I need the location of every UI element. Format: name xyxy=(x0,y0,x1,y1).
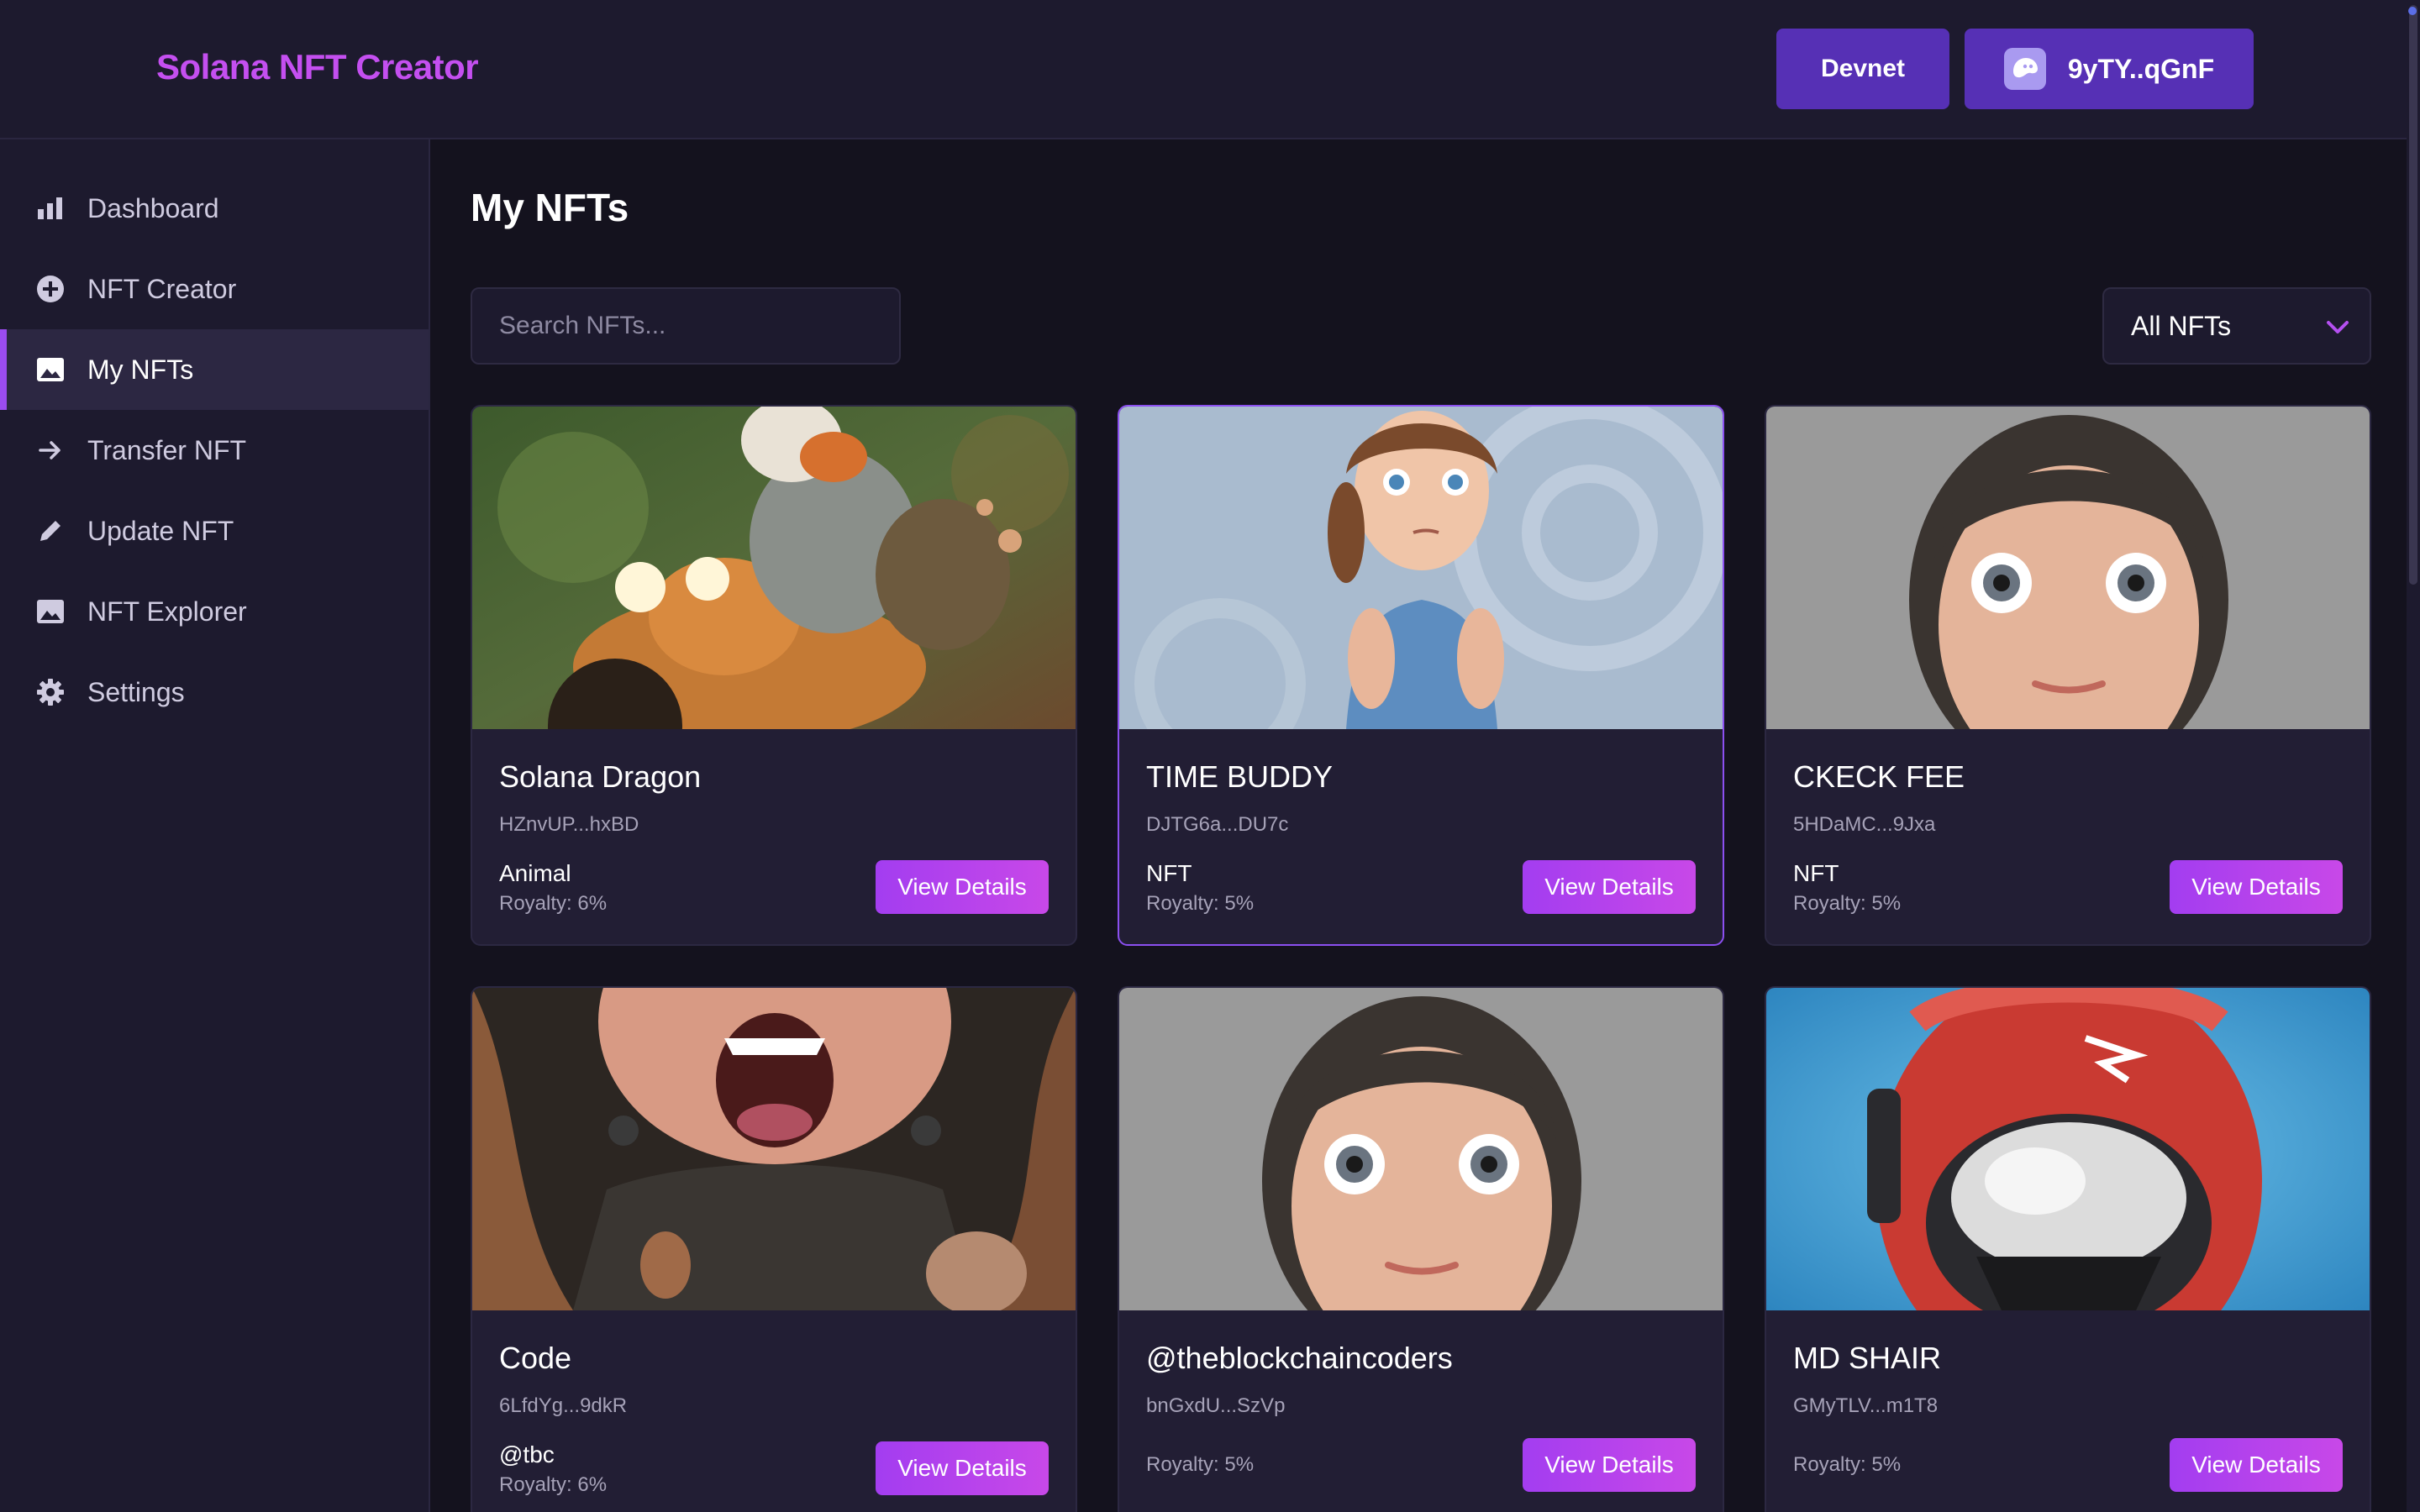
view-details-button[interactable]: View Details xyxy=(1523,1438,1696,1492)
nft-collection: NFT xyxy=(1146,860,1192,886)
sidebar-item-dashboard[interactable]: Dashboard xyxy=(0,168,429,249)
pencil-icon xyxy=(35,516,66,546)
sidebar-item-label: Dashboard xyxy=(87,192,219,223)
scrollbar-thumb[interactable] xyxy=(2409,5,2417,585)
nft-collection: Animal xyxy=(499,860,571,886)
view-details-button[interactable]: View Details xyxy=(2170,860,2343,914)
wallet-address: 9yTY..qGnF xyxy=(2067,53,2215,84)
view-details-button[interactable]: View Details xyxy=(2170,1438,2343,1492)
bar-chart-icon xyxy=(35,193,66,223)
nft-mint-address: DJTG6a...DU7c xyxy=(1146,813,1289,836)
sidebar-item-nft-creator[interactable]: NFT Creator xyxy=(0,249,429,329)
nft-image xyxy=(472,407,1076,729)
nft-collection: @tbc xyxy=(499,1441,555,1467)
image-icon xyxy=(35,354,66,385)
page-scrollbar[interactable] xyxy=(2407,0,2420,1512)
nft-image xyxy=(472,988,1076,1310)
sidebar: Dashboard NFT Creator My NFTs Transfer N… xyxy=(0,139,430,1512)
sidebar-item-label: My NFTs xyxy=(87,354,194,385)
sidebar-item-label: Transfer NFT xyxy=(87,434,247,465)
sidebar-item-my-nfts[interactable]: My NFTs xyxy=(0,329,429,410)
nft-mint-address: HZnvUP...hxBD xyxy=(499,813,639,836)
nft-royalty: Royalty: 6% xyxy=(499,892,608,915)
nft-name: TIME BUDDY xyxy=(1146,759,1334,794)
nft-collection: NFT xyxy=(1793,860,1839,886)
nft-royalty: Royalty: 6% xyxy=(499,1473,608,1496)
nft-image xyxy=(1119,407,1723,729)
network-label: Devnet xyxy=(1820,55,1906,82)
nft-image xyxy=(1119,988,1723,1310)
sidebar-item-label: NFT Creator xyxy=(87,273,237,304)
arrow-right-icon xyxy=(35,435,66,465)
sidebar-item-label: NFT Explorer xyxy=(87,596,247,627)
nft-card[interactable]: Solana Dragon HZnvUP...hxBD Animal Royal… xyxy=(471,405,1077,946)
nft-mint-address: 6LfdYg...9dkR xyxy=(499,1394,628,1417)
nft-mint-address: 5HDaMC...9Jxa xyxy=(1793,813,1936,836)
network-button[interactable]: Devnet xyxy=(1776,29,1949,109)
nft-mint-address: bnGxdU...SzVp xyxy=(1146,1394,1286,1417)
chevron-down-icon xyxy=(2326,311,2349,342)
app-root: Solana NFT Creator Devnet 9yTY..qGnF Das… xyxy=(0,0,2420,1512)
wallet-button[interactable]: 9yTY..qGnF xyxy=(1965,29,2254,109)
nft-royalty: Royalty: 5% xyxy=(1146,1453,1255,1476)
nft-name: Solana Dragon xyxy=(499,759,702,794)
filter-selected-label: All NFTs xyxy=(2131,310,2232,341)
sidebar-item-label: Settings xyxy=(87,676,185,707)
gear-icon xyxy=(35,677,66,707)
nft-name: @theblockchaincoders xyxy=(1146,1341,1453,1375)
nft-card[interactable]: MD SHAIR GMyTLV...m1T8 Royalty: 5% View … xyxy=(1765,986,2371,1512)
nft-card[interactable]: CKECK FEE 5HDaMC...9Jxa NFT Royalty: 5% … xyxy=(1765,405,2371,946)
page-title: My NFTs xyxy=(471,186,629,229)
nft-mint-address: GMyTLV...m1T8 xyxy=(1793,1394,1939,1417)
plus-circle-icon xyxy=(35,274,66,304)
sidebar-item-label: Update NFT xyxy=(87,515,234,546)
search-input[interactable] xyxy=(471,287,901,365)
nft-name: Code xyxy=(499,1341,572,1375)
nft-image xyxy=(1766,407,2370,729)
top-header: Solana NFT Creator Devnet 9yTY..qGnF xyxy=(0,0,2420,139)
nft-name: CKECK FEE xyxy=(1793,759,1965,794)
nft-royalty: Royalty: 5% xyxy=(1146,892,1255,915)
brand-title[interactable]: Solana NFT Creator xyxy=(156,47,479,87)
nft-card[interactable]: @theblockchaincoders bnGxdU...SzVp Royal… xyxy=(1118,986,1724,1512)
view-details-button[interactable]: View Details xyxy=(876,1441,1049,1495)
view-details-button[interactable]: View Details xyxy=(876,860,1049,914)
sidebar-item-update-nft[interactable]: Update NFT xyxy=(0,491,429,571)
sidebar-item-nft-explorer[interactable]: NFT Explorer xyxy=(0,571,429,652)
image-icon xyxy=(35,596,66,627)
nft-royalty: Royalty: 5% xyxy=(1793,892,1902,915)
sidebar-item-settings[interactable]: Settings xyxy=(0,652,429,732)
view-details-button[interactable]: View Details xyxy=(1523,860,1696,914)
nft-card[interactable]: Code 6LfdYg...9dkR @tbc Royalty: 6% View… xyxy=(471,986,1077,1512)
sidebar-item-transfer-nft[interactable]: Transfer NFT xyxy=(0,410,429,491)
nft-filter-select[interactable]: All NFTs xyxy=(2102,287,2371,365)
nft-image xyxy=(1766,988,2370,1310)
nft-royalty: Royalty: 5% xyxy=(1793,1453,1902,1476)
nft-name: MD SHAIR xyxy=(1793,1341,1942,1375)
phantom-ghost-icon xyxy=(2003,48,2046,90)
nft-card[interactable]: TIME BUDDY DJTG6a...DU7c NFT Royalty: 5%… xyxy=(1118,405,1724,946)
scroll-indicator-dot xyxy=(2408,7,2417,15)
